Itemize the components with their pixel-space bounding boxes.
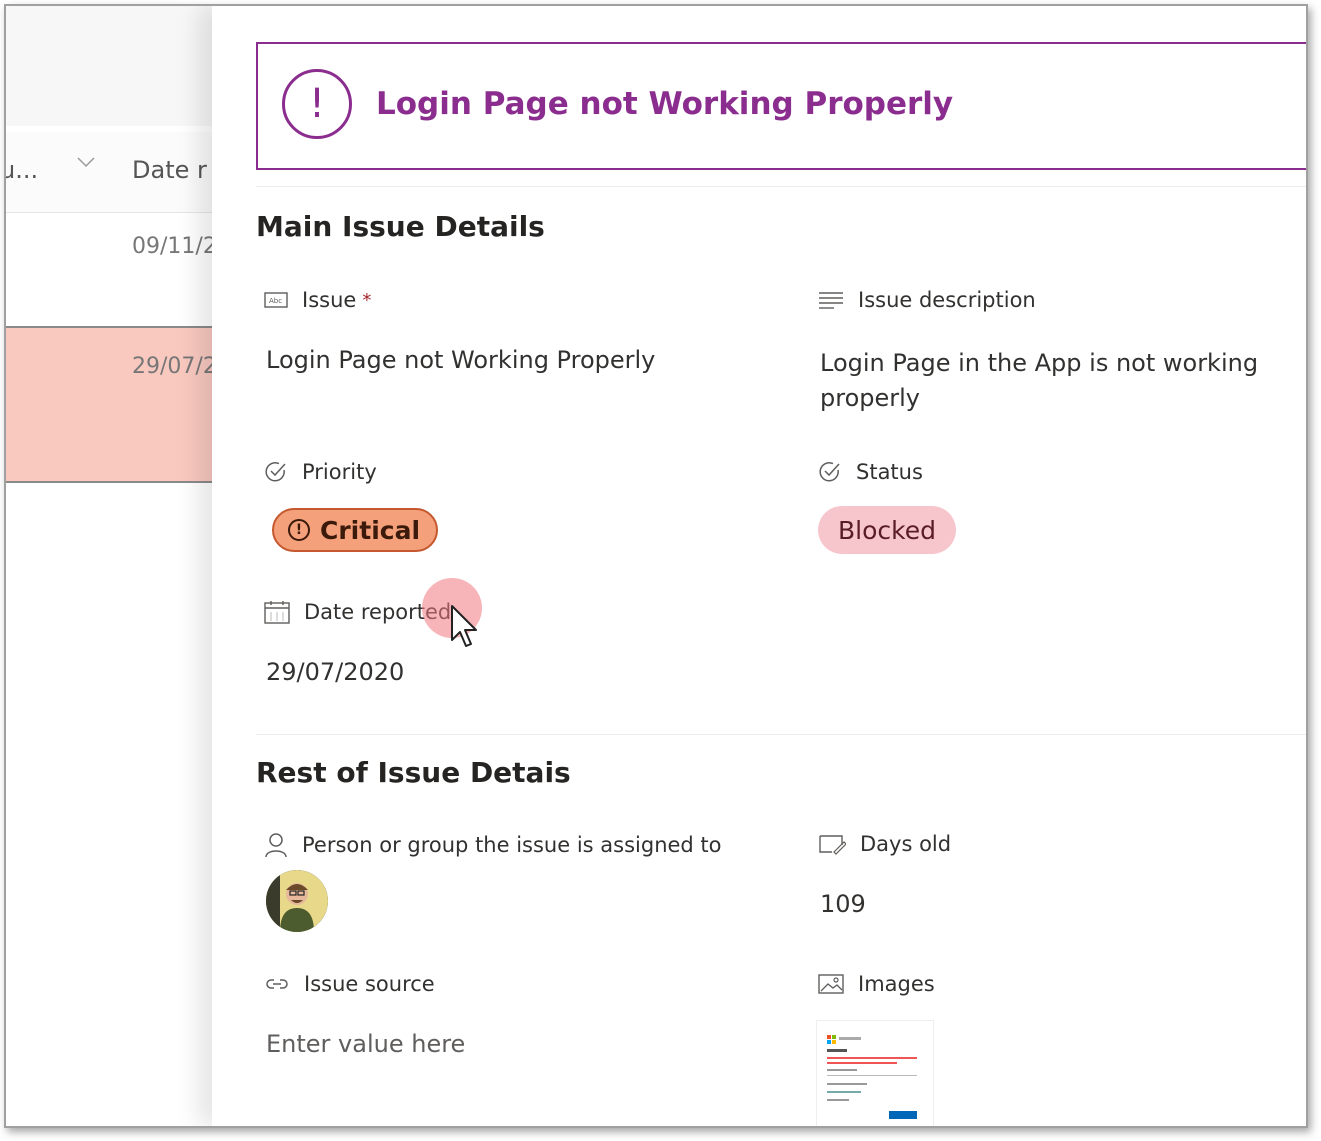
field-label-description: Issue description (818, 288, 1036, 312)
chevron-down-icon[interactable] (76, 152, 96, 172)
image-thumbnail[interactable] (816, 1020, 934, 1126)
divider (256, 734, 1306, 735)
required-marker: * (362, 289, 372, 311)
window-frame: u... Date r 09/11/2 29/07/2 ! Login Page… (4, 4, 1308, 1128)
list-row-selected[interactable] (6, 326, 226, 483)
status-label-text: Status (856, 460, 923, 484)
issue-source-label-text: Issue source (304, 972, 435, 996)
person-icon (265, 833, 287, 858)
avatar-image (266, 870, 328, 932)
status-value: Blocked (838, 515, 936, 545)
divider (256, 186, 1306, 187)
issue-title: Login Page not Working Properly (376, 86, 954, 122)
list-row-date-selected[interactable]: 29/07/2 (132, 354, 217, 379)
avatar[interactable] (266, 870, 328, 932)
issue-header-banner: ! Login Page not Working Properly (256, 42, 1306, 170)
signin-screenshot-thumbnail (827, 1035, 917, 1119)
images-label-text: Images (858, 972, 935, 996)
calculated-icon (819, 835, 846, 855)
section-title-rest: Rest of Issue Detais (256, 756, 571, 789)
days-old-value[interactable]: 109 (820, 890, 866, 918)
priority-value: Critical (320, 515, 421, 545)
calendar-icon (264, 601, 290, 624)
multiline-text-icon (819, 292, 843, 309)
section-title-main: Main Issue Details (256, 210, 545, 243)
field-label-status: Status (818, 460, 923, 484)
issue-list: u... Date r 09/11/2 29/07/2 (6, 6, 226, 1126)
description-value[interactable]: Login Page in the App is not working pro… (820, 346, 1280, 416)
days-old-label-text: Days old (860, 832, 952, 856)
list-toolbar-area (6, 6, 226, 126)
issue-label-text: Issue (302, 288, 357, 312)
issue-source-input[interactable]: Enter value here (266, 1030, 465, 1058)
priority-label-text: Priority (302, 460, 377, 484)
priority-pill-critical[interactable]: ! Critical (272, 508, 439, 552)
link-icon (266, 979, 288, 989)
text-field-icon: Abc (264, 292, 288, 308)
field-label-images: Images (818, 972, 935, 996)
field-label-issue: Abc Issue * (264, 288, 371, 312)
assigned-label-text: Person or group the issue is assigned to (302, 833, 722, 857)
alert-circle-icon: ! (288, 519, 310, 541)
column-header-date-reported[interactable]: Date r (132, 156, 207, 184)
date-reported-value[interactable]: 29/07/2020 (266, 658, 404, 686)
field-label-days-old: Days old (818, 832, 951, 856)
issue-value[interactable]: Login Page not Working Properly (266, 346, 655, 374)
column-header-truncated[interactable]: u... (6, 156, 38, 184)
field-label-assigned: Person or group the issue is assigned to (264, 832, 722, 858)
status-pill-blocked[interactable]: Blocked (818, 506, 956, 554)
mouse-cursor-icon (451, 605, 477, 647)
image-icon (818, 974, 844, 994)
field-label-priority: Priority (264, 460, 377, 484)
svg-text:Abc: Abc (269, 297, 282, 305)
choice-check-icon (265, 462, 286, 482)
choice-check-icon (819, 462, 840, 482)
alert-circle-icon: ! (282, 69, 352, 139)
item-detail-panel: ! Login Page not Working Properly Main I… (212, 6, 1306, 1126)
description-label-text: Issue description (858, 288, 1036, 312)
field-label-issue-source: Issue source (264, 972, 435, 996)
list-row-date[interactable]: 09/11/2 (132, 234, 217, 259)
